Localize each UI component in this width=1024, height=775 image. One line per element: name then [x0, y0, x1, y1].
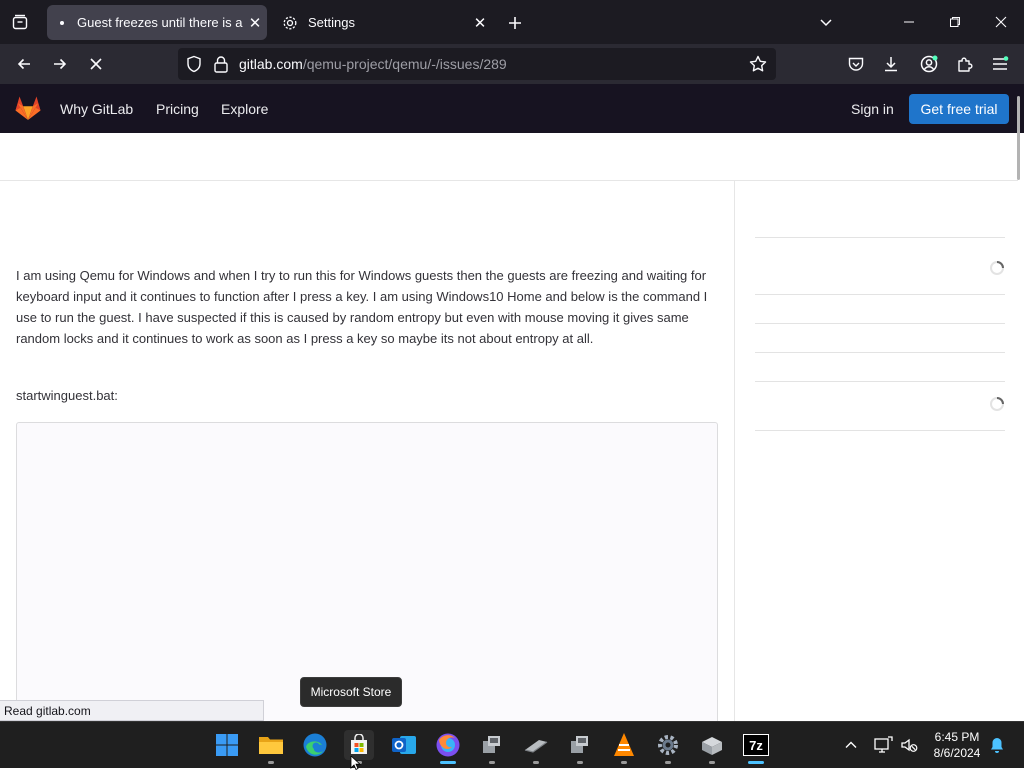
back-arrow-icon[interactable]: [10, 50, 38, 78]
vlc-icon[interactable]: [609, 730, 639, 764]
nav-explore[interactable]: Explore: [221, 101, 268, 117]
taskbar-clock[interactable]: 6:45 PM 8/6/2024: [924, 729, 990, 761]
app-icon[interactable]: [521, 730, 551, 764]
taskbar: 7z 6:45 PM 8/6/2024: [0, 721, 1024, 768]
sidebar-divider: [755, 323, 1005, 324]
app-icon[interactable]: [697, 730, 727, 764]
clock-date: 8/6/2024: [933, 746, 981, 760]
network-icon[interactable]: [873, 735, 893, 755]
new-tab-icon[interactable]: [502, 10, 528, 36]
sidebar-divider: [755, 381, 1005, 382]
active-indicator: [748, 761, 764, 764]
running-indicator: [709, 761, 715, 764]
running-indicator: [577, 761, 583, 764]
outlook-icon[interactable]: [389, 730, 419, 760]
gitlab-header: Why GitLab Pricing Explore Sign in Get f…: [0, 84, 1024, 133]
loading-spinner-icon: [989, 396, 1005, 412]
app-icon[interactable]: [565, 730, 595, 764]
7zip-icon[interactable]: 7z: [741, 730, 771, 764]
tab-title: Settings: [308, 15, 355, 30]
get-free-trial-button[interactable]: Get free trial: [909, 94, 1009, 124]
sign-in-link[interactable]: Sign in: [851, 101, 894, 117]
restore-icon[interactable]: [940, 8, 970, 36]
app-icon[interactable]: [477, 730, 507, 764]
close-window-icon[interactable]: [986, 8, 1016, 36]
minimize-icon[interactable]: [894, 8, 924, 36]
svg-text:7z: 7z: [749, 738, 763, 753]
browser-titlebar: Guest freezes until there is a key ✕ Set…: [0, 0, 1024, 44]
tab-close-icon[interactable]: ✕: [468, 11, 492, 35]
status-bar: Read gitlab.com: [0, 700, 264, 721]
issue-content: I am using Qemu for Windows and when I t…: [0, 181, 734, 732]
chevron-up-icon[interactable]: [841, 735, 861, 755]
gitlab-logo-icon[interactable]: [14, 95, 42, 121]
shield-icon[interactable]: [184, 54, 204, 74]
edge-icon[interactable]: [300, 730, 330, 760]
sidebar-divider: [755, 237, 1005, 238]
gear-icon: [280, 15, 300, 31]
bookmark-star-icon[interactable]: [748, 54, 768, 74]
settings-gear-icon[interactable]: [653, 730, 683, 764]
running-indicator: [489, 761, 495, 764]
notification-bell-icon[interactable]: [987, 735, 1007, 755]
running-indicator: [665, 761, 671, 764]
chevron-down-icon[interactable]: [814, 10, 838, 34]
account-icon[interactable]: [918, 53, 940, 75]
page-scrollbar[interactable]: [1017, 96, 1020, 180]
address-bar[interactable]: gitlab.com/qemu-project/qemu/-/issues/28…: [178, 48, 776, 80]
forward-arrow-icon[interactable]: [46, 50, 74, 78]
code-file-label: startwinguest.bat:: [16, 388, 118, 403]
url-text[interactable]: gitlab.com/qemu-project/qemu/-/issues/28…: [239, 56, 507, 72]
tab-issue[interactable]: Guest freezes until there is a key ✕: [47, 5, 267, 40]
issue-sidebar: [734, 181, 1018, 721]
issue-description: I am using Qemu for Windows and when I t…: [16, 268, 708, 346]
nav-pricing[interactable]: Pricing: [156, 101, 199, 117]
taskbar-tooltip: Microsoft Store: [300, 677, 402, 707]
browser-toolbar: gitlab.com/qemu-project/qemu/-/issues/28…: [0, 44, 1024, 84]
tab-title: Guest freezes until there is a key: [77, 15, 243, 30]
running-indicator: [533, 761, 539, 764]
active-indicator: [440, 761, 456, 764]
clock-time: 6:45 PM: [934, 730, 980, 744]
tab-loading-icon: [60, 20, 64, 25]
tab-settings[interactable]: Settings ✕: [272, 5, 492, 40]
page-subheader: [0, 133, 1018, 181]
firefox-icon[interactable]: [433, 730, 463, 764]
tab-manager-icon[interactable]: [8, 11, 32, 33]
sidebar-divider: [755, 430, 1005, 431]
menu-icon[interactable]: [989, 53, 1011, 75]
nav-why-gitlab[interactable]: Why GitLab: [60, 101, 133, 117]
stop-loading-icon[interactable]: [82, 50, 110, 78]
download-icon[interactable]: [880, 53, 902, 75]
start-icon[interactable]: [212, 730, 242, 760]
tab-close-icon[interactable]: ✕: [243, 11, 267, 35]
pocket-icon[interactable]: [845, 53, 867, 75]
sidebar-divider: [755, 294, 1005, 295]
extensions-icon[interactable]: [954, 53, 976, 75]
running-indicator: [621, 761, 627, 764]
running-indicator: [268, 761, 274, 764]
file-explorer-icon[interactable]: [256, 730, 286, 764]
volume-muted-icon[interactable]: [899, 735, 919, 755]
loading-spinner-icon: [989, 260, 1005, 276]
sidebar-divider: [755, 352, 1005, 353]
lock-icon[interactable]: [212, 54, 230, 74]
